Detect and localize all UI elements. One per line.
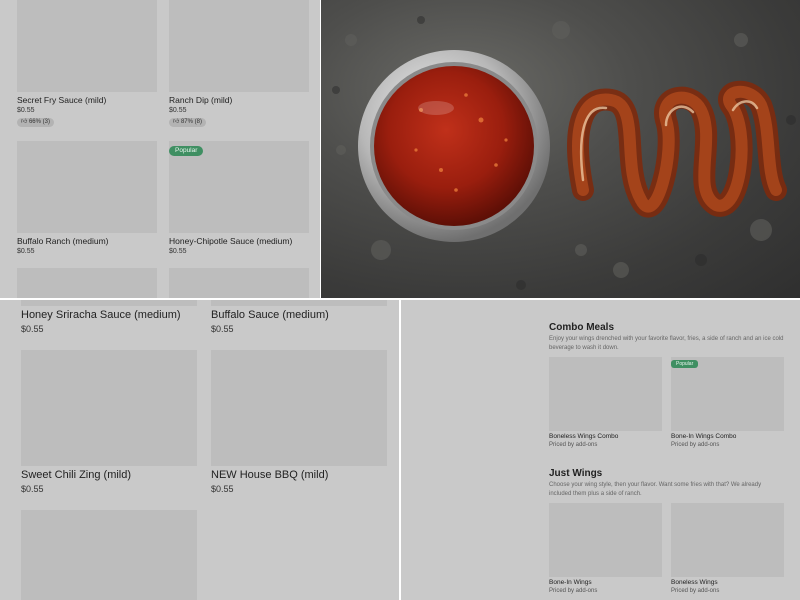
item-image[interactable]	[17, 141, 157, 233]
sauce-cup-photo	[321, 0, 800, 298]
thumbs-up-icon: 👍︎	[173, 119, 180, 125]
item-name[interactable]: Honey Sriracha Sauce (medium)	[21, 309, 181, 321]
item-name[interactable]: Bone-In Wings	[549, 579, 592, 586]
item-price: $0.55	[211, 324, 234, 334]
item-image[interactable]	[211, 300, 387, 306]
section-description: Enjoy your wings drenched with your favo…	[549, 336, 784, 351]
top-left-menu-panel: Secret Fry Sauce (mild) $0.55 👍︎ 66% (3)…	[0, 0, 320, 298]
section-description: Choose your wing style, then your flavor…	[549, 482, 762, 497]
item-name[interactable]: Buffalo Ranch (medium)	[17, 236, 109, 246]
popular-badge: Popular	[169, 146, 204, 156]
item-price: $0.55	[169, 107, 187, 114]
item-price: $0.55	[169, 248, 187, 255]
item-price: Priced by add-ons	[671, 442, 720, 448]
sauce-surface	[374, 66, 534, 226]
item-image[interactable]	[549, 357, 662, 431]
popular-badge: Popular	[671, 360, 699, 368]
item-price: Priced by add-ons	[671, 588, 720, 594]
item-price: $0.55	[211, 484, 234, 494]
item-image[interactable]	[21, 510, 197, 600]
item-image[interactable]	[671, 503, 784, 577]
thumbs-up-icon: 👍︎	[21, 119, 28, 125]
item-name[interactable]: Boneless Wings	[671, 579, 718, 586]
item-image[interactable]	[17, 0, 157, 92]
item-name[interactable]: Sweet Chili Zing (mild)	[21, 469, 131, 481]
item-price: Priced by add-ons	[549, 442, 598, 448]
sauce-photo-illustration	[332, 16, 796, 290]
rating-value: 87% (8)	[180, 119, 202, 125]
rating-value: 66% (3)	[28, 119, 50, 125]
item-image[interactable]	[17, 268, 157, 298]
item-image[interactable]	[549, 503, 662, 577]
rating-pill: 👍︎ 87% (8)	[169, 118, 206, 127]
item-image[interactable]	[21, 350, 197, 466]
item-name[interactable]: Honey-Chipotle Sauce (medium)	[169, 236, 292, 246]
item-price: $0.55	[21, 484, 44, 494]
section-title-just-wings: Just Wings	[549, 468, 603, 479]
item-price: Priced by add-ons	[549, 588, 598, 594]
item-price: $0.55	[17, 248, 35, 255]
item-name[interactable]: NEW House BBQ (mild)	[211, 469, 328, 481]
item-price: $0.55	[21, 324, 44, 334]
item-name[interactable]: Buffalo Sauce (medium)	[211, 309, 329, 321]
item-name[interactable]: Secret Fry Sauce (mild)	[17, 95, 106, 105]
bottom-left-menu-panel: Honey Sriracha Sauce (medium) $0.55 Buff…	[0, 300, 399, 600]
item-image[interactable]	[21, 300, 197, 306]
item-image[interactable]	[671, 357, 784, 431]
item-name[interactable]: Boneless Wings Combo	[549, 433, 618, 440]
section-title-combo-meals: Combo Meals	[549, 322, 615, 333]
item-image[interactable]	[169, 268, 309, 298]
item-image[interactable]	[211, 350, 387, 466]
rating-pill: 👍︎ 66% (3)	[17, 118, 54, 127]
item-image[interactable]	[169, 0, 309, 92]
bottom-right-menu-panel: Combo Meals Enjoy your wings drenched wi…	[401, 300, 800, 600]
item-price: $0.55	[17, 107, 35, 114]
item-name[interactable]: Bone-In Wings Combo	[671, 433, 736, 440]
item-name[interactable]: Ranch Dip (mild)	[169, 95, 232, 105]
